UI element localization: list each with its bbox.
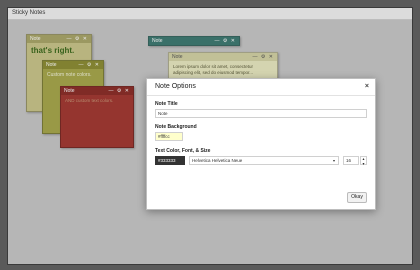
note-title-label: Note Title xyxy=(155,101,178,107)
note-title-input[interactable]: Note xyxy=(155,109,367,118)
dialog-title: Note Options xyxy=(155,83,196,90)
note-background-input[interactable]: #ffffcc xyxy=(155,132,183,141)
dialog-header: Note Options × xyxy=(147,79,375,96)
window-titlebar: Sticky Notes xyxy=(8,8,412,20)
note-title-value: Note xyxy=(158,111,168,116)
note-options-dialog: Note Options × Note Title Note Note Back… xyxy=(146,78,376,210)
font-size-input[interactable]: 16 xyxy=(343,156,359,165)
app-window: Sticky Notes Note — ⚙ ✕ that's right. No… xyxy=(8,8,412,264)
okay-button[interactable]: Okay xyxy=(347,192,367,203)
font-value: Helvetica Helvetica Neue xyxy=(192,158,243,163)
close-icon[interactable]: × xyxy=(365,79,369,95)
font-size-stepper[interactable]: ▴ ▾ xyxy=(360,156,367,165)
font-select[interactable]: Helvetica Helvetica Neue ▾ xyxy=(189,156,339,165)
chevron-down-icon: ▾ xyxy=(332,158,335,163)
font-size-value: 16 xyxy=(346,158,352,163)
note-background-value: #ffffcc xyxy=(158,134,170,139)
stepper-down-icon[interactable]: ▾ xyxy=(362,161,364,166)
modal-overlay: Note Options × Note Title Note Note Back… xyxy=(8,20,412,264)
note-background-label: Note Background xyxy=(155,124,197,130)
text-color-value: #333333 xyxy=(158,158,176,163)
text-color-input[interactable]: #333333 xyxy=(155,156,185,165)
text-style-label: Text Color, Font, & Size xyxy=(155,148,211,154)
